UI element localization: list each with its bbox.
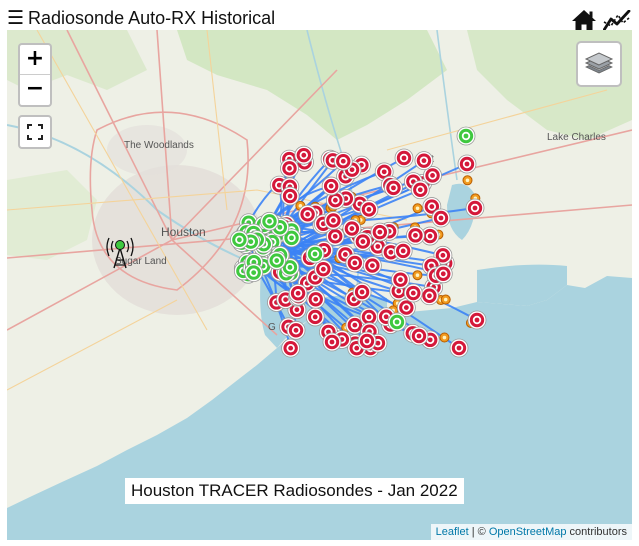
landing-marker[interactable] [465,198,485,218]
landing-marker[interactable] [431,208,451,228]
landing-marker[interactable] [394,148,414,168]
launch-marker[interactable] [267,251,287,270]
landing-marker[interactable] [384,178,403,198]
leaflet-link[interactable]: Leaflet [436,526,469,538]
landing-marker[interactable] [370,222,390,242]
layers-button[interactable] [576,41,622,87]
burst-icon[interactable] [462,175,473,186]
zoom-out-button[interactable]: − [20,75,50,104]
landing-marker[interactable] [286,320,306,340]
landing-marker[interactable] [322,332,342,352]
landing-marker[interactable] [298,204,318,224]
landing-marker[interactable] [281,338,301,358]
burst-icon[interactable] [439,332,450,343]
launch-marker[interactable] [456,126,476,146]
landing-marker[interactable] [420,286,439,306]
landing-marker[interactable] [457,154,477,174]
map-view[interactable]: The Woodlands Houston Sugar Land ont Lak… [7,30,632,540]
landing-marker[interactable] [449,338,469,358]
launch-marker[interactable] [387,312,407,332]
landing-marker[interactable] [306,289,326,309]
landing-marker[interactable] [288,283,308,303]
launch-marker[interactable] [244,263,264,283]
launch-marker[interactable] [260,211,279,231]
zoom-in-button[interactable]: + [20,45,50,75]
landing-marker[interactable] [406,225,425,245]
landing-marker[interactable] [433,264,453,284]
chart-line-icon[interactable] [603,10,631,32]
landing-marker[interactable] [280,158,299,178]
landing-marker[interactable] [393,241,413,261]
landing-marker[interactable] [321,176,341,196]
map-base: The Woodlands Houston Sugar Land ont Lak… [7,30,632,508]
landing-marker[interactable] [362,256,382,275]
launch-marker[interactable] [229,230,249,250]
menu-icon[interactable]: ☰ [7,8,24,28]
landing-marker[interactable] [353,232,373,251]
landing-marker[interactable] [345,253,365,273]
landing-marker[interactable] [357,331,377,351]
fullscreen-button[interactable] [18,115,52,149]
landing-marker[interactable] [414,151,434,171]
place-label: Lake Charles [547,132,606,143]
landing-marker[interactable] [294,145,314,165]
landing-marker[interactable] [280,186,300,206]
osm-link[interactable]: OpenStreetMap [489,526,567,538]
burst-icon[interactable] [440,294,451,305]
landing-marker[interactable] [305,307,325,327]
map-caption: Houston TRACER Radiosondes - Jan 2022 [125,478,464,504]
landing-marker[interactable] [359,200,379,219]
place-label: The Woodlands [124,140,194,151]
place-label: Houston [161,225,206,239]
landing-marker[interactable] [403,283,423,303]
coastal-lake [477,264,567,306]
app-title: Radiosonde Auto-RX Historical [28,8,276,28]
fullscreen-icon [27,124,43,140]
attribution-suffix: contributors [566,526,627,538]
landing-marker[interactable] [467,310,487,330]
landing-marker[interactable] [410,180,430,200]
landing-marker[interactable] [333,151,353,171]
burst-icon[interactable] [412,270,423,281]
launch-marker[interactable] [305,244,325,264]
zoom-control: + − [18,43,52,107]
place-label: G [268,322,276,333]
landing-marker[interactable] [323,211,343,230]
map-attribution: Leaflet | © OpenStreetMap contributors [430,524,632,540]
landing-marker[interactable] [352,282,372,302]
landing-marker[interactable] [409,326,429,346]
landing-marker[interactable] [391,270,410,290]
attribution-separator: | © [468,526,489,538]
layers-icon [584,52,614,74]
burst-icon[interactable] [412,203,423,214]
